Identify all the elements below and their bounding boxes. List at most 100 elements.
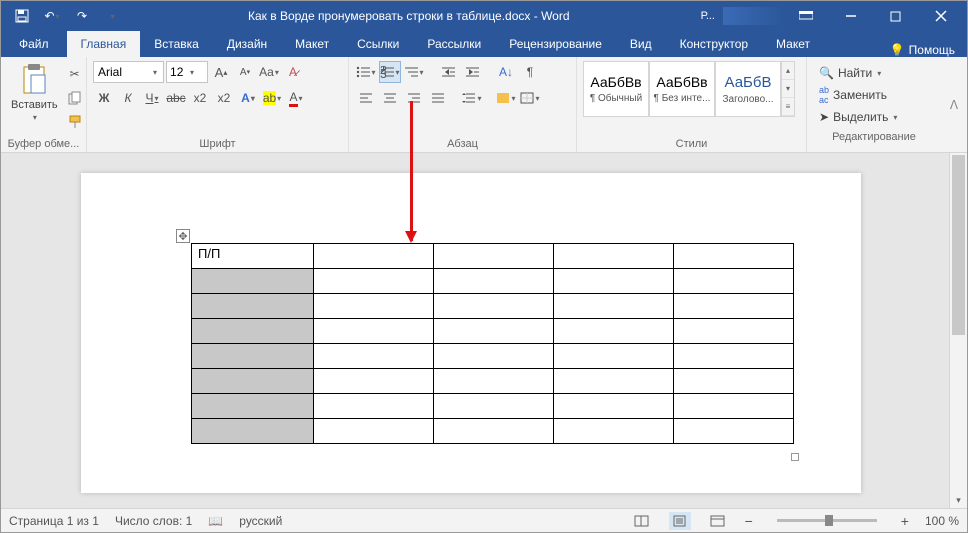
table-cell[interactable]	[192, 319, 314, 344]
tab-mailings[interactable]: Рассылки	[413, 31, 495, 57]
tab-file[interactable]: Файл	[1, 31, 67, 57]
zoom-in-icon[interactable]: +	[901, 513, 909, 529]
table-cell[interactable]	[314, 319, 434, 344]
word-count[interactable]: Число слов: 1	[115, 514, 192, 528]
read-mode-icon[interactable]	[631, 512, 653, 530]
line-spacing-icon[interactable]: ▾	[461, 87, 483, 109]
font-name-select[interactable]: ▾	[93, 61, 164, 83]
paste-button[interactable]: Вставить ▾	[7, 61, 62, 124]
table-cell[interactable]	[554, 319, 674, 344]
table-cell[interactable]	[314, 419, 434, 444]
decrease-indent-icon[interactable]	[437, 61, 459, 83]
language-indicator[interactable]: русский	[239, 514, 282, 528]
table-cell[interactable]	[192, 344, 314, 369]
justify-icon[interactable]	[427, 87, 449, 109]
tab-layout[interactable]: Макет	[281, 31, 343, 57]
copy-icon[interactable]	[64, 87, 86, 109]
table-cell[interactable]	[434, 344, 554, 369]
styles-more-icon[interactable]: ≡	[782, 98, 794, 116]
table-cell[interactable]: П/П	[192, 244, 314, 269]
collapse-ribbon-icon[interactable]: ᐱ	[941, 57, 967, 152]
table-cell[interactable]	[554, 369, 674, 394]
table-cell[interactable]	[192, 294, 314, 319]
ribbon-options-icon[interactable]	[783, 2, 828, 30]
numbering-icon[interactable]: 123▾	[379, 61, 401, 83]
account-name[interactable]: Р...	[693, 10, 723, 22]
table-cell[interactable]	[192, 419, 314, 444]
sort-icon[interactable]: A↓	[495, 61, 517, 83]
increase-indent-icon[interactable]	[461, 61, 483, 83]
select-button[interactable]: ➤Выделить▾	[819, 107, 929, 127]
table-cell[interactable]	[674, 319, 794, 344]
table-cell[interactable]	[192, 394, 314, 419]
print-layout-icon[interactable]	[669, 512, 691, 530]
italic-icon[interactable]: К	[117, 87, 139, 109]
table-cell[interactable]	[434, 319, 554, 344]
tab-insert[interactable]: Вставка	[140, 31, 213, 57]
bold-icon[interactable]: Ж	[93, 87, 115, 109]
align-left-icon[interactable]	[355, 87, 377, 109]
table-cell[interactable]	[434, 244, 554, 269]
table-cell[interactable]	[674, 419, 794, 444]
table-cell[interactable]	[554, 294, 674, 319]
web-layout-icon[interactable]	[707, 512, 729, 530]
style-normal[interactable]: АаБбВв¶ Обычный	[583, 61, 649, 117]
table-move-handle-icon[interactable]: ✥	[176, 229, 190, 243]
font-size-select[interactable]: ▾	[166, 61, 208, 83]
tab-review[interactable]: Рецензирование	[495, 31, 616, 57]
maximize-icon[interactable]	[873, 2, 918, 30]
table-cell[interactable]	[554, 394, 674, 419]
zoom-thumb[interactable]	[825, 515, 833, 526]
redo-icon[interactable]: ↷	[69, 4, 95, 28]
font-color-icon[interactable]: A▾	[285, 87, 307, 109]
zoom-level[interactable]: 100 %	[925, 514, 959, 528]
table-cell[interactable]	[674, 294, 794, 319]
table-cell[interactable]	[434, 369, 554, 394]
close-icon[interactable]	[918, 2, 963, 30]
table-cell[interactable]	[434, 269, 554, 294]
page-indicator[interactable]: Страница 1 из 1	[9, 514, 99, 528]
align-center-icon[interactable]	[379, 87, 401, 109]
vertical-scrollbar[interactable]: ▴ ▾	[949, 153, 967, 508]
align-right-icon[interactable]	[403, 87, 425, 109]
scroll-thumb[interactable]	[952, 155, 965, 335]
table-cell[interactable]	[192, 269, 314, 294]
document-scroll[interactable]: ✥ П/П	[1, 153, 949, 508]
table-cell[interactable]	[674, 244, 794, 269]
table-cell[interactable]	[434, 294, 554, 319]
tab-view[interactable]: Вид	[616, 31, 666, 57]
tab-design[interactable]: Дизайн	[213, 31, 281, 57]
strike-icon[interactable]: abc	[165, 87, 187, 109]
minimize-icon[interactable]	[828, 2, 873, 30]
table-cell[interactable]	[554, 344, 674, 369]
table-cell[interactable]	[674, 344, 794, 369]
grow-font-icon[interactable]: A▴	[210, 61, 232, 83]
styles-gallery[interactable]: АаБбВв¶ Обычный АаБбВв¶ Без инте... АаБб…	[583, 61, 795, 117]
find-button[interactable]: 🔍Найти▾	[819, 63, 929, 83]
shading-icon[interactable]: ▾	[495, 87, 517, 109]
bullets-icon[interactable]: ▾	[355, 61, 377, 83]
table-cell[interactable]	[554, 244, 674, 269]
save-icon[interactable]	[9, 4, 35, 28]
styles-up-icon[interactable]: ▴	[782, 62, 794, 80]
format-painter-icon[interactable]	[64, 111, 86, 133]
table-cell[interactable]	[314, 294, 434, 319]
shrink-font-icon[interactable]: A▾	[234, 61, 256, 83]
style-heading1[interactable]: АаБбВЗаголово...	[715, 61, 781, 117]
styles-down-icon[interactable]: ▾	[782, 80, 794, 98]
superscript-icon[interactable]: x2	[213, 87, 235, 109]
tab-home[interactable]: Главная	[67, 31, 141, 57]
table-cell[interactable]	[674, 369, 794, 394]
table-cell[interactable]	[554, 269, 674, 294]
table-cell[interactable]	[674, 269, 794, 294]
table-cell[interactable]	[314, 244, 434, 269]
table-cell[interactable]	[674, 394, 794, 419]
table-cell[interactable]	[434, 419, 554, 444]
style-nospacing[interactable]: АаБбВв¶ Без инте...	[649, 61, 715, 117]
table-resize-handle-icon[interactable]	[791, 453, 799, 461]
scroll-down-icon[interactable]: ▾	[950, 492, 967, 508]
tab-references[interactable]: Ссылки	[343, 31, 413, 57]
qat-customize-icon[interactable]: ▾	[99, 4, 125, 28]
subscript-icon[interactable]: x2	[189, 87, 211, 109]
table-cell[interactable]	[434, 394, 554, 419]
